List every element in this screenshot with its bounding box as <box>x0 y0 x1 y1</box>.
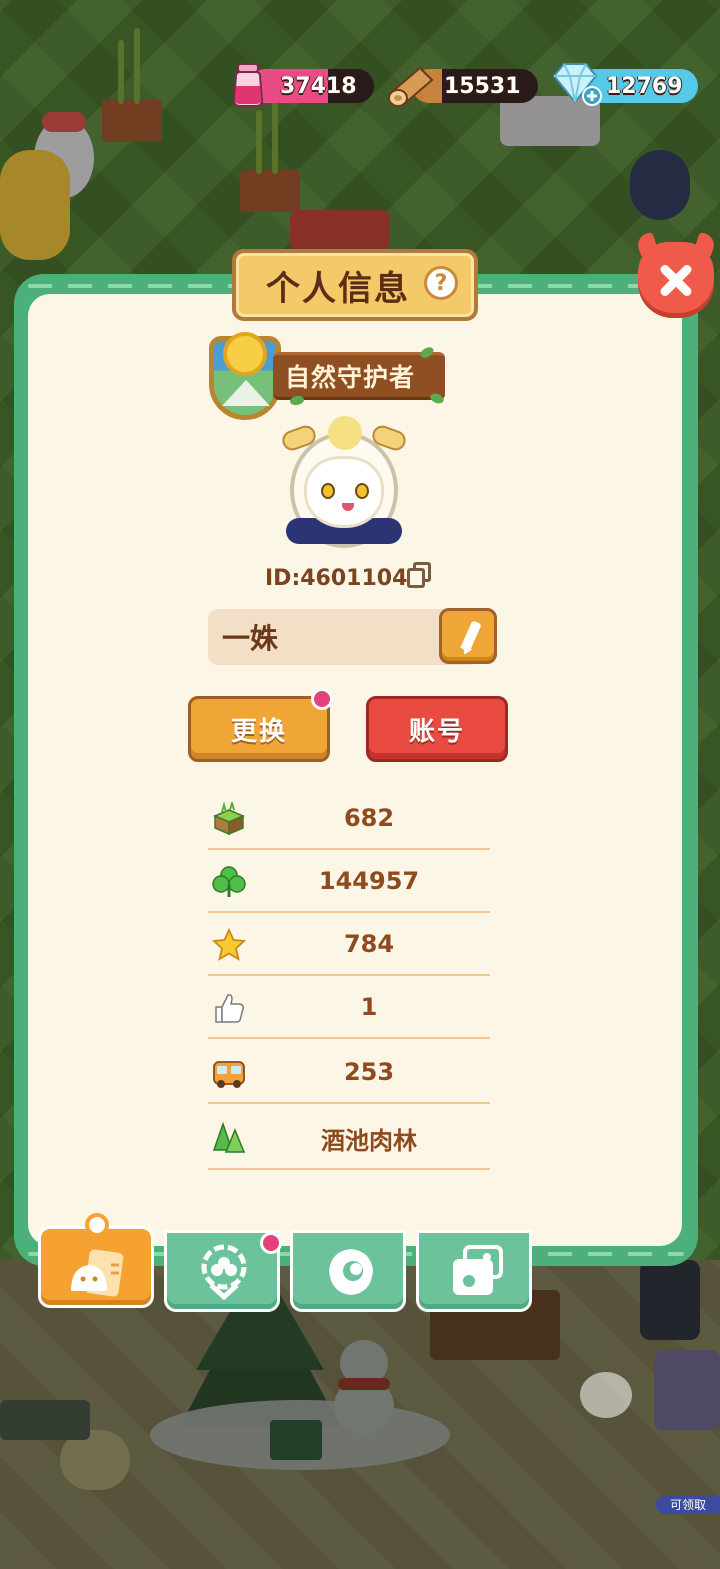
badge-title: 自然守护者 <box>285 363 416 392</box>
account-button[interactable]: 账号 <box>366 696 508 762</box>
star-icon <box>211 927 247 962</box>
badge-title-ribbon: 自然守护者 <box>273 352 445 400</box>
player-name: 一姝 <box>222 622 279 655</box>
gem-amount: 12769 <box>606 73 683 99</box>
stat-value-bus: 253 <box>343 1058 395 1086</box>
stat-value-star: 784 <box>343 930 395 958</box>
change-avatar-label: 更换 <box>230 716 287 747</box>
flower-tab-notification-dot <box>260 1232 282 1254</box>
close-x-icon[interactable] <box>635 231 717 318</box>
dialog-title: 个人信息 <box>266 268 410 309</box>
question-mark-icon[interactable]: ? <box>424 266 458 300</box>
profile-card-icon <box>67 1247 129 1303</box>
account-label: 账号 <box>408 716 465 747</box>
stat-value-likes: 1 <box>360 993 378 1021</box>
change-notification-dot <box>311 688 333 710</box>
wood-log-icon <box>386 62 438 108</box>
stat-row-star: 784 <box>208 914 490 976</box>
claim-tag[interactable]: 可领取 <box>656 1496 720 1514</box>
player-avatar[interactable] <box>279 416 409 548</box>
wood-amount: 15531 <box>444 73 521 99</box>
cookie-icon <box>323 1245 379 1303</box>
bus-icon <box>212 1056 246 1090</box>
grass-land-icon <box>212 799 246 836</box>
potion-jar-icon <box>230 62 266 108</box>
clover-icon <box>212 865 246 899</box>
stat-value-land: 682 <box>343 804 395 832</box>
potion-amount: 37418 <box>280 73 357 99</box>
photo-album-icon <box>447 1243 507 1305</box>
tab-profile[interactable] <box>38 1213 154 1308</box>
flower-badge-icon <box>195 1241 253 1307</box>
forest-trees-icon <box>212 1121 246 1156</box>
diamond-plus-icon[interactable] <box>548 60 602 108</box>
change-avatar-button[interactable]: 更换 <box>188 696 330 762</box>
claim-text: 可领取 <box>670 1498 707 1512</box>
stat-row-forest: 酒池肉林 <box>208 1108 490 1170</box>
copy-icon[interactable] <box>405 562 433 590</box>
stat-row-land: 682 <box>208 788 490 850</box>
thumbs-up-icon <box>212 991 246 1025</box>
gift-bubble-icon[interactable] <box>580 1372 632 1418</box>
stat-row-likes: 1 <box>208 977 490 1039</box>
stat-value-forest: 酒池肉林 <box>321 1126 417 1155</box>
tab-cookie[interactable] <box>290 1230 406 1312</box>
stat-row-clover: 144957 <box>208 851 490 913</box>
player-id: ID:46011047 <box>265 566 423 591</box>
player-name-field[interactable]: 一姝 <box>208 609 478 665</box>
pencil-edit-icon[interactable] <box>439 608 497 664</box>
tab-album[interactable] <box>416 1230 532 1312</box>
stat-row-bus: 253 <box>208 1042 490 1104</box>
stat-value-clover: 144957 <box>318 867 420 895</box>
potion-currency[interactable]: 37418 <box>248 69 374 103</box>
